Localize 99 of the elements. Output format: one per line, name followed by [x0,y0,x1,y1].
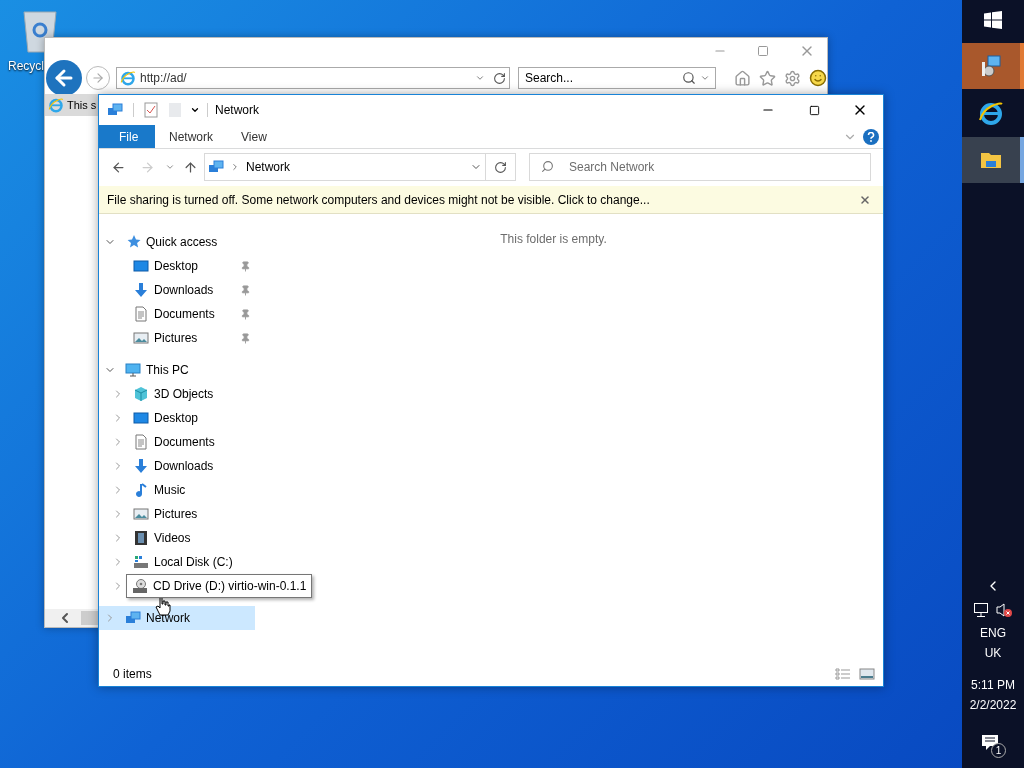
nav-item[interactable]: Local Disk (C:) [154,553,233,571]
home-icon[interactable] [734,69,751,87]
details-view-icon[interactable] [835,668,851,680]
search-field[interactable]: Search Network [529,153,871,181]
network-icon [208,159,224,175]
star-icon [125,234,141,250]
cd-drive-icon [132,578,148,594]
star-icon[interactable] [759,69,776,87]
status-text: 0 items [113,666,152,683]
nav-item[interactable]: Pictures [154,329,198,347]
properties-icon[interactable] [144,102,158,118]
nav-item[interactable]: Pictures [154,505,198,523]
nav-row[interactable]: Quick access [99,230,255,254]
nav-item[interactable]: Music [154,481,186,499]
nav-item-label: Network [146,610,190,627]
question-mark-icon [867,131,875,142]
search-field[interactable]: Search... [518,67,716,89]
close-icon[interactable] [859,193,871,206]
document-icon [133,306,149,322]
pin-icon[interactable] [240,308,251,320]
desktop-icon [133,410,149,426]
film-icon [133,530,149,546]
nav-row[interactable]: This PC [99,358,255,382]
nav-item[interactable]: 3D Objects [154,385,214,403]
speaker-muted-icon[interactable] [995,602,1013,618]
network-icon [107,102,123,118]
address-text: http://ad/ [140,70,187,87]
tooltip-text: CD Drive (D:) virtio-win-0.1.1 [153,578,307,595]
nav-item-label: Quick access [146,234,218,251]
region-indicator[interactable]: UK [984,644,1002,662]
nav-item[interactable]: Videos [154,529,191,547]
cube-icon [133,386,149,402]
refresh-button[interactable] [486,153,516,181]
nav-item[interactable]: Documents [154,433,215,451]
scrollbar-thumb[interactable] [81,611,99,625]
nav-item[interactable]: Desktop [154,257,199,275]
ribbon-tab[interactable]: File [99,125,155,148]
pin-icon[interactable] [240,332,251,344]
window-title: Network [215,102,259,119]
dropdown-icon[interactable] [475,73,485,83]
search-icon[interactable] [682,71,696,85]
maximize-icon [808,104,820,116]
back-icon[interactable] [111,159,126,175]
language-indicator[interactable]: ENG [980,624,1006,642]
search-dropdown-icon[interactable] [700,73,710,83]
forward-arrow-icon [91,71,105,85]
ribbon-tab[interactable]: View [227,125,281,148]
empty-folder-message: This folder is empty. [500,231,607,248]
taskbar-app[interactable] [962,43,1024,89]
refresh-icon[interactable] [493,71,506,85]
breadcrumb-separator-icon[interactable] [230,162,240,172]
windows-logo-icon [984,11,1002,29]
clock-time[interactable]: 5:11 PM [971,676,1015,694]
clock-date[interactable]: 2/2/2022 [969,696,1017,714]
music-note-icon [133,482,149,498]
info-bar[interactable]: File sharing is turned off. Some network computers and devices might not be visible. Click to change... [99,186,883,214]
large-icons-view-icon[interactable] [859,668,875,680]
network-icon [125,610,141,626]
down-arrow-icon [133,282,149,298]
desktop-icon-label[interactable]: Recycl [8,57,44,75]
picture-icon [133,506,149,522]
settings-icon[interactable] [784,69,801,87]
browser-e-icon [120,70,136,86]
help-button[interactable] [863,128,879,145]
installer-icon [979,54,1003,78]
maximize-icon[interactable] [757,45,769,57]
info-bar-message: File sharing is turned off. Some network computers and devices might not be visible. Click to change... [107,191,650,209]
disk-drive-icon [133,554,149,570]
nav-item-label: This PC [146,362,189,379]
smiley-icon[interactable] [809,69,827,87]
customize-dropdown-icon[interactable] [190,105,200,115]
address-bar[interactable]: Network [204,153,486,181]
pin-icon[interactable] [240,260,251,272]
ribbon-tab[interactable]: Network [155,125,227,148]
recent-locations-icon[interactable] [165,162,175,172]
network-status-icon[interactable] [973,602,989,618]
search-icon [541,160,554,173]
desktop-icon [133,258,149,274]
browser-e-icon [978,100,1004,126]
nav-item[interactable]: Downloads [154,281,214,299]
selected-nav-row[interactable]: Network [99,606,255,630]
browser-e-icon [48,97,64,113]
taskbar-app[interactable] [962,137,1024,183]
up-icon[interactable] [183,159,198,175]
picture-icon [133,330,149,346]
breadcrumb-item[interactable]: Network [246,158,290,176]
nav-item[interactable]: Desktop [154,409,199,427]
nav-item[interactable]: Downloads [154,457,214,475]
document-icon [133,434,149,450]
forward-icon[interactable] [140,159,155,175]
back-button[interactable] [46,60,82,96]
notification-count-badge: 1 [991,743,1006,758]
refresh-icon [494,160,507,174]
computer-icon [125,362,141,378]
tab-label: This s [67,97,97,113]
nav-item[interactable]: Documents [154,305,215,323]
address-field[interactable]: http://ad/ [116,67,510,89]
down-arrow-icon [133,458,149,474]
pin-icon[interactable] [240,284,251,296]
